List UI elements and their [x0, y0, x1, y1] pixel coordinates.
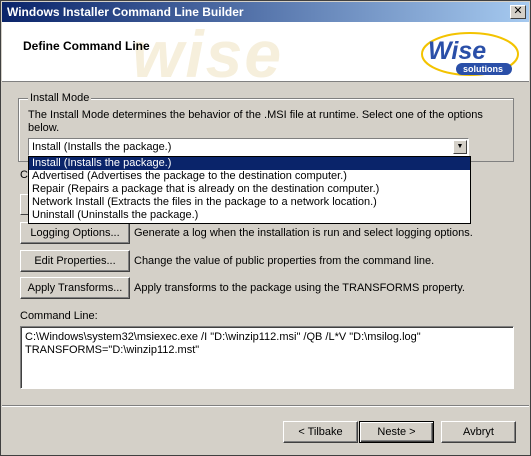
edit-properties-description: Change the value of public properties fr…: [134, 255, 435, 267]
chevron-down-icon: ▼: [456, 143, 464, 150]
wise-logo: Wise solutions: [421, 32, 519, 76]
window-title: Windows Installer Command Line Builder: [7, 5, 244, 19]
install-mode-selected-value: Install (Installs the package.): [32, 141, 172, 153]
logo-brand-text: Wise: [428, 37, 486, 65]
apply-transforms-button[interactable]: Apply Transforms...: [20, 277, 130, 299]
page-title: Define Command Line: [23, 39, 150, 53]
dialog-window: Windows Installer Command Line Builder ✕…: [0, 0, 531, 456]
command-line-label: Command Line:: [20, 310, 98, 322]
back-button[interactable]: < Tilbake: [283, 421, 358, 443]
logo-sub-text: solutions: [463, 64, 503, 74]
install-mode-description: The Install Mode determines the behavior…: [28, 109, 483, 134]
apply-transforms-description: Apply transforms to the package using th…: [134, 282, 465, 294]
install-mode-legend: Install Mode: [28, 92, 92, 104]
install-mode-dropdown-list[interactable]: Install (Installs the package.) Advertis…: [28, 156, 471, 224]
dropdown-option-repair[interactable]: Repair (Repairs a package that is alread…: [29, 183, 470, 196]
close-icon: ✕: [513, 5, 523, 17]
dropdown-option-advertised[interactable]: Advertised (Advertises the package to th…: [29, 170, 470, 183]
close-button[interactable]: ✕: [510, 5, 526, 19]
footer-divider: [2, 405, 529, 407]
title-bar[interactable]: Windows Installer Command Line Builder ✕: [2, 2, 529, 22]
dropdown-option-uninstall[interactable]: Uninstall (Uninstalls the package.): [29, 209, 470, 222]
watermark-logo: wise: [132, 22, 284, 82]
next-button[interactable]: Neste >: [359, 421, 434, 443]
cancel-button[interactable]: Avbryt: [441, 421, 516, 443]
command-line-value: C:\Windows\system32\msiexec.exe /I "D:\w…: [25, 331, 421, 356]
edit-properties-button[interactable]: Edit Properties...: [20, 250, 130, 272]
dropdown-option-network-install[interactable]: Network Install (Extracts the files in t…: [29, 196, 470, 209]
dropdown-arrow-button[interactable]: ▼: [453, 140, 467, 154]
logging-options-description: Generate a log when the installation is …: [134, 227, 473, 239]
logging-options-button[interactable]: Logging Options...: [20, 222, 130, 244]
header-panel: wise Define Command Line Wise solutions: [2, 22, 529, 82]
install-mode-select[interactable]: Install (Installs the package.) ▼: [28, 138, 469, 156]
command-line-textarea[interactable]: C:\Windows\system32\msiexec.exe /I "D:\w…: [20, 326, 514, 389]
options-label-partial: C: [20, 169, 28, 181]
dropdown-option-install[interactable]: Install (Installs the package.): [29, 157, 470, 170]
